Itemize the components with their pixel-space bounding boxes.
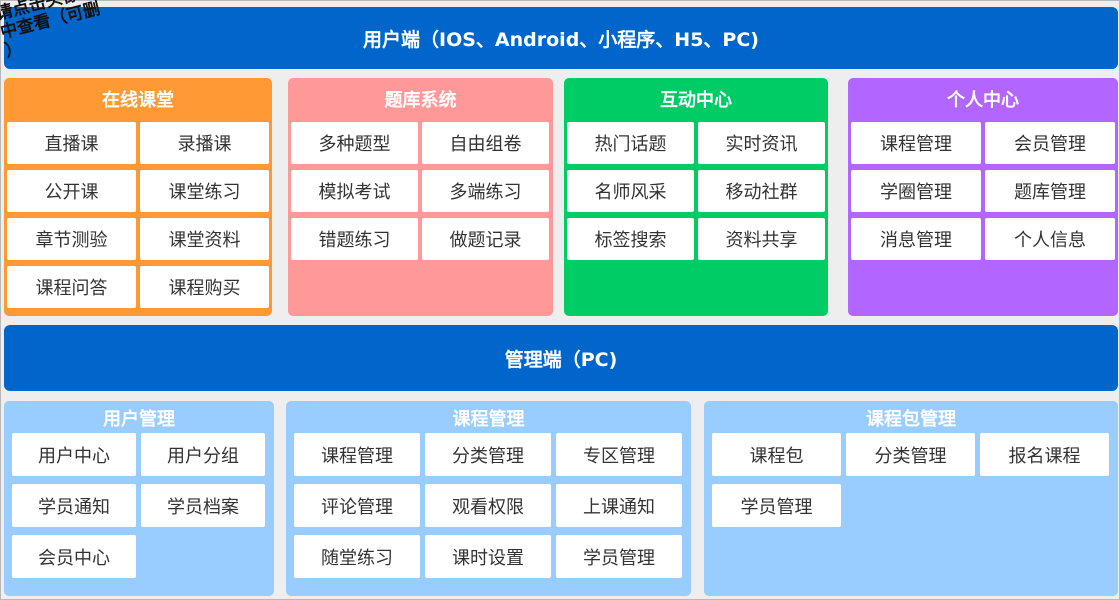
user-management-item: 会员中心: [12, 535, 136, 578]
course-management-item: 上课通知: [556, 484, 682, 527]
course-management-item: 随堂练习: [294, 535, 420, 578]
question-bank-item: 多端练习: [422, 170, 549, 212]
online-classroom-item: 直播课: [7, 122, 136, 164]
interaction-center-item: 实时资讯: [698, 122, 825, 164]
interaction-center-item: 热门话题: [567, 122, 694, 164]
online-classroom-item: 课堂资料: [140, 218, 269, 260]
user-management-item: 学员通知: [12, 484, 136, 527]
personal-center-item: 题库管理: [985, 170, 1115, 212]
personal-center-item: 个人信息: [985, 218, 1115, 260]
course-management-item: 观看权限: [425, 484, 551, 527]
course-package-management-item: 报名课程: [980, 433, 1109, 476]
personal-center-item: 学圈管理: [851, 170, 981, 212]
user-side-title: 用户端（IOS、Android、小程序、H5、PC): [363, 28, 759, 51]
personal-center-panel: 个人中心课程管理 会员管理 学圈管理 题库管理 消息管理 个人信息: [848, 78, 1118, 316]
course-management-title: 课程管理: [452, 409, 525, 430]
interaction-center-item: 移动社群: [698, 170, 825, 212]
online-classroom-item: 课堂练习: [140, 170, 269, 212]
course-management-item: 学员管理: [556, 535, 682, 578]
online-classroom-item: 课程问答: [7, 266, 136, 308]
interaction-center-item: 标签搜索: [567, 218, 694, 260]
course-management-item: 评论管理: [294, 484, 420, 527]
user-side-banner: 用户端（IOS、Android、小程序、H5、PC): [4, 7, 1118, 69]
online-classroom-item: 录播课: [140, 122, 269, 164]
question-bank-item: 错题练习: [291, 218, 418, 260]
personal-center-item: 课程管理: [851, 122, 981, 164]
course-package-management-title: 课程包管理: [866, 409, 956, 430]
admin-side-title: 管理端（PC): [504, 348, 618, 371]
interaction-center-item: 名师风采: [567, 170, 694, 212]
online-classroom-item: 章节测验: [7, 218, 136, 260]
user-management-item: 用户中心: [12, 433, 136, 476]
interaction-center-title: 互动中心: [660, 90, 732, 111]
question-bank-panel: 题库系统多种题型 自由组卷 模拟考试 多端练习 错题练习 做题记录: [288, 78, 553, 316]
course-management-item: 课时设置: [425, 535, 551, 578]
personal-center-title: 个人中心: [947, 90, 1019, 111]
online-classroom-item: 课程购买: [140, 266, 269, 308]
user-management-panel: 用户管理用户中心 用户分组 学员通知 学员档案 会员中心: [4, 401, 274, 596]
admin-side-banner: 管理端（PC): [4, 325, 1118, 391]
course-package-management-item: 课程包: [712, 433, 841, 476]
personal-center-item: 会员管理: [985, 122, 1115, 164]
online-classroom-item: 公开课: [7, 170, 136, 212]
interaction-center-item: 资料共享: [698, 218, 825, 260]
personal-center-item: 消息管理: [851, 218, 981, 260]
question-bank-item: 自由组卷: [422, 122, 549, 164]
course-management-item: 专区管理: [556, 433, 682, 476]
user-management-item: 学员档案: [141, 484, 265, 527]
online-classroom-panel: 在线课堂直播课 录播课 公开课 课堂练习 章节测验 课堂资料 课程问答 课程购买: [4, 78, 272, 316]
question-bank-item: 多种题型: [291, 122, 418, 164]
course-package-management-item: 分类管理: [846, 433, 975, 476]
question-bank-title: 题库系统: [384, 90, 457, 111]
interaction-center-panel: 互动中心热门话题 实时资讯 名师风采 移动社群 标签搜索 资料共享: [564, 78, 828, 316]
question-bank-item: 做题记录: [422, 218, 549, 260]
course-management-item: 分类管理: [425, 433, 551, 476]
user-management-title: 用户管理: [103, 409, 175, 430]
course-package-management-panel: 课程包管理课程包 分类管理 报名课程学员管理: [704, 401, 1118, 596]
online-classroom-title: 在线课堂: [102, 90, 174, 111]
course-management-panel: 课程管理 课程管理 分类管理 专区管理 评论管理 观看权限 上课通知 随堂练习 课时设置 学员管理: [286, 401, 691, 596]
question-bank-item: 模拟考试: [291, 170, 418, 212]
user-management-item: 用户分组: [141, 433, 265, 476]
course-management-item: 课程管理: [294, 433, 420, 476]
course-package-management-item: 学员管理: [712, 484, 841, 527]
